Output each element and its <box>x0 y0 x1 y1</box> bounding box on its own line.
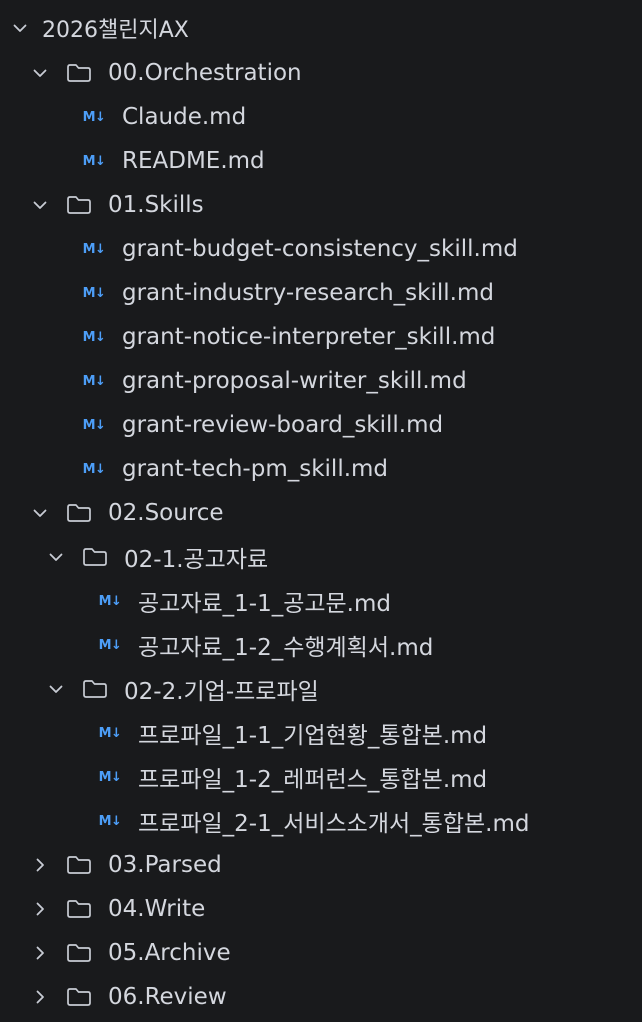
file-profile-1-2[interactable]: M↓ 프로파일_1-2_레퍼런스_통합본.md <box>0 755 642 799</box>
file-profile-2-1[interactable]: M↓ 프로파일_2-1_서비스소개서_통합본.md <box>0 799 642 843</box>
markdown-icon: M↓ <box>98 725 122 741</box>
markdown-icon: M↓ <box>82 461 106 477</box>
folder-04-write[interactable]: 04.Write <box>0 887 642 931</box>
file-grant-tech-pm[interactable]: M↓ grant-tech-pm_skill.md <box>0 447 642 491</box>
chevron-right-icon[interactable] <box>28 853 52 877</box>
folder-icon <box>80 545 110 569</box>
file-label: grant-proposal-writer_skill.md <box>122 368 467 394</box>
folder-label: 01.Skills <box>108 192 204 218</box>
file-profile-1-1[interactable]: M↓ 프로파일_1-1_기업현황_통합본.md <box>0 711 642 755</box>
file-label: grant-budget-consistency_skill.md <box>122 236 518 262</box>
file-readme-md[interactable]: M↓ README.md <box>0 139 642 183</box>
markdown-icon: M↓ <box>98 593 122 609</box>
file-label: 공고자료_1-2_수행계획서.md <box>138 635 434 661</box>
folder-icon <box>64 941 94 965</box>
chevron-down-icon[interactable] <box>8 16 32 40</box>
root-label: 2026챌린지AX <box>42 18 189 43</box>
markdown-icon: M↓ <box>82 153 106 169</box>
file-grant-review-board[interactable]: M↓ grant-review-board_skill.md <box>0 403 642 447</box>
file-grant-budget-consistency[interactable]: M↓ grant-budget-consistency_skill.md <box>0 227 642 271</box>
file-label: 프로파일_1-2_레퍼런스_통합본.md <box>138 767 488 793</box>
markdown-icon: M↓ <box>98 813 122 829</box>
markdown-icon: M↓ <box>82 285 106 301</box>
markdown-icon: M↓ <box>82 373 106 389</box>
chevron-right-icon[interactable] <box>28 985 52 1009</box>
folder-label: 02-1.공고자료 <box>124 547 269 573</box>
chevron-down-icon[interactable] <box>28 61 52 85</box>
markdown-icon: M↓ <box>82 109 106 125</box>
folder-icon <box>80 677 110 701</box>
folder-00-orchestration[interactable]: 00.Orchestration <box>0 51 642 95</box>
folder-label: 06.Review <box>108 984 227 1010</box>
chevron-right-icon[interactable] <box>28 941 52 965</box>
markdown-icon: M↓ <box>82 417 106 433</box>
folder-icon <box>64 501 94 525</box>
markdown-icon: M↓ <box>98 637 122 653</box>
file-claude-md[interactable]: M↓ Claude.md <box>0 95 642 139</box>
chevron-right-icon[interactable] <box>28 897 52 921</box>
file-grant-proposal-writer[interactable]: M↓ grant-proposal-writer_skill.md <box>0 359 642 403</box>
file-label: 프로파일_1-1_기업현황_통합본.md <box>138 723 488 749</box>
folder-02-source[interactable]: 02.Source <box>0 491 642 535</box>
file-label: README.md <box>122 148 265 174</box>
chevron-down-icon[interactable] <box>44 677 68 701</box>
folder-06-review[interactable]: 06.Review <box>0 975 642 1019</box>
folder-label: 00.Orchestration <box>108 60 302 86</box>
folder-label: 04.Write <box>108 896 206 922</box>
folder-01-skills[interactable]: 01.Skills <box>0 183 642 227</box>
file-label: grant-notice-interpreter_skill.md <box>122 324 496 350</box>
file-gonggo-1-2[interactable]: M↓ 공고자료_1-2_수행계획서.md <box>0 623 642 667</box>
file-label: grant-tech-pm_skill.md <box>122 456 389 482</box>
file-grant-notice-interpreter[interactable]: M↓ grant-notice-interpreter_skill.md <box>0 315 642 359</box>
folder-icon <box>64 853 94 877</box>
folder-icon <box>64 985 94 1009</box>
folder-02-1[interactable]: 02-1.공고자료 <box>0 535 642 579</box>
file-label: 프로파일_2-1_서비스소개서_통합본.md <box>138 811 530 837</box>
file-gonggo-1-1[interactable]: M↓ 공고자료_1-1_공고문.md <box>0 579 642 623</box>
folder-icon <box>64 193 94 217</box>
folder-03-parsed[interactable]: 03.Parsed <box>0 843 642 887</box>
chevron-down-icon[interactable] <box>28 501 52 525</box>
folder-label: 02.Source <box>108 500 224 526</box>
chevron-down-icon[interactable] <box>28 193 52 217</box>
folder-icon <box>64 897 94 921</box>
file-label: grant-review-board_skill.md <box>122 412 444 438</box>
tree-root[interactable]: 2026챌린지AX <box>0 6 642 50</box>
folder-02-2[interactable]: 02-2.기업-프로파일 <box>0 667 642 711</box>
file-label: grant-industry-research_skill.md <box>122 280 494 306</box>
chevron-down-icon[interactable] <box>44 545 68 569</box>
folder-label: 02-2.기업-프로파일 <box>124 679 319 705</box>
file-grant-industry-research[interactable]: M↓ grant-industry-research_skill.md <box>0 271 642 315</box>
folder-icon <box>64 61 94 85</box>
folder-label: 05.Archive <box>108 940 231 966</box>
markdown-icon: M↓ <box>82 241 106 257</box>
folder-label: 03.Parsed <box>108 852 222 878</box>
markdown-icon: M↓ <box>98 769 122 785</box>
file-label: 공고자료_1-1_공고문.md <box>138 591 392 617</box>
file-explorer: 2026챌린지AX 00.Orchestration M↓ Claude.md … <box>0 0 642 1022</box>
file-label: Claude.md <box>122 104 247 130</box>
markdown-icon: M↓ <box>82 329 106 345</box>
folder-05-archive[interactable]: 05.Archive <box>0 931 642 975</box>
